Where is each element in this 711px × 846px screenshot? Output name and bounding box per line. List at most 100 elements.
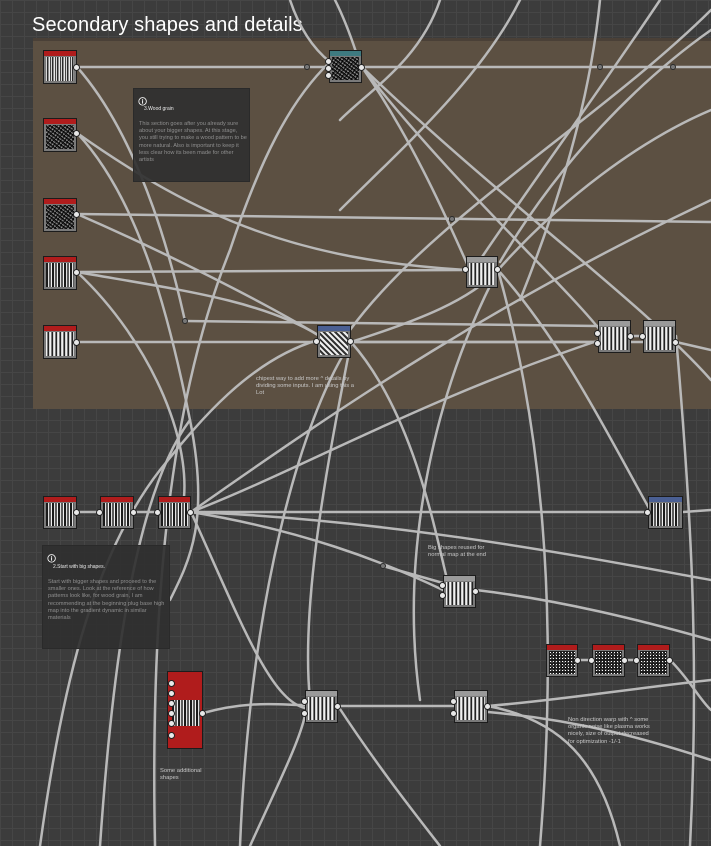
node-grunge-1[interactable]: [43, 50, 77, 84]
port[interactable]: [462, 266, 469, 273]
port[interactable]: [168, 732, 175, 739]
wire: [75, 270, 320, 337]
port[interactable]: [574, 657, 581, 664]
node-grunge-5[interactable]: [43, 325, 77, 359]
port[interactable]: [666, 657, 673, 664]
node-grunge-4[interactable]: [43, 256, 77, 290]
wire: [183, 319, 600, 328]
port[interactable]: [73, 509, 80, 516]
wire: [496, 268, 550, 846]
port[interactable]: [621, 657, 628, 664]
node-blue-chain[interactable]: [317, 325, 351, 358]
wire: [336, 704, 442, 846]
port[interactable]: [154, 509, 161, 516]
port[interactable]: [633, 657, 640, 664]
port[interactable]: [96, 509, 103, 516]
node-grunge-2[interactable]: [43, 118, 77, 152]
wire: [189, 198, 711, 514]
node-grunge-3[interactable]: [43, 198, 77, 232]
wire: [412, 268, 500, 702]
node-blue-right[interactable]: [648, 496, 683, 529]
port[interactable]: [472, 588, 479, 595]
node-blend-a[interactable]: [466, 256, 498, 288]
node-stripes-2[interactable]: [100, 496, 134, 529]
port[interactable]: [168, 720, 175, 727]
wire: [674, 334, 696, 846]
note-big-reused: Big shapes reused for normal map at the …: [428, 545, 487, 559]
note-additional: Some additional shapes: [160, 768, 202, 782]
wire: [474, 588, 711, 642]
port[interactable]: [168, 700, 175, 707]
port[interactable]: [301, 710, 308, 717]
port[interactable]: [199, 710, 206, 717]
note-warp: Non direction warp with ^ some organic n…: [568, 717, 650, 745]
comment-big-shapes[interactable]: 🛈 2.Start with big shapes. Start with bi…: [42, 545, 170, 649]
port[interactable]: [439, 592, 446, 599]
wire: [189, 510, 307, 710]
port[interactable]: [187, 509, 194, 516]
port[interactable]: [168, 680, 175, 687]
port[interactable]: [347, 338, 354, 345]
port[interactable]: [73, 339, 80, 346]
port[interactable]: [325, 65, 332, 72]
wire: [248, 713, 307, 846]
wire: [498, 28, 711, 264]
port[interactable]: [301, 698, 308, 705]
wire: [486, 678, 711, 708]
port[interactable]: [439, 582, 446, 589]
port[interactable]: [494, 266, 501, 273]
wire: [496, 108, 711, 272]
port[interactable]: [588, 657, 595, 664]
wire: [238, 340, 353, 846]
wire: [360, 65, 602, 332]
port[interactable]: [313, 338, 320, 345]
wire: [75, 268, 468, 274]
port[interactable]: [639, 333, 646, 340]
port[interactable]: [358, 64, 365, 71]
wire: [496, 268, 652, 512]
port[interactable]: [644, 509, 651, 516]
wire: [348, 8, 711, 332]
port[interactable]: [130, 509, 137, 516]
wire: [75, 131, 200, 602]
reroute-dot: [597, 64, 603, 70]
port[interactable]: [484, 703, 491, 710]
port[interactable]: [168, 690, 175, 697]
port[interactable]: [672, 339, 679, 346]
port[interactable]: [325, 72, 332, 79]
comment-wood-grain[interactable]: 🛈 3.Wood grain This section goes after y…: [133, 88, 250, 182]
node-stripes-1[interactable]: [43, 496, 77, 529]
comment-body: This section goes after you already sure…: [139, 121, 247, 164]
node-warp[interactable]: [454, 690, 488, 723]
port[interactable]: [73, 64, 80, 71]
wire: [338, 0, 522, 212]
port[interactable]: [450, 710, 457, 717]
reroute-dot: [380, 563, 386, 569]
port[interactable]: [73, 269, 80, 276]
port[interactable]: [594, 340, 601, 347]
port[interactable]: [594, 330, 601, 337]
comment-title: 3.Wood grain: [144, 106, 174, 112]
wire: [681, 508, 711, 514]
port[interactable]: [450, 698, 457, 705]
note-cheapest: chipest way to add more ^ details by div…: [256, 376, 354, 397]
port[interactable]: [73, 211, 80, 218]
wire: [333, 0, 358, 54]
port[interactable]: [325, 58, 332, 65]
wire: [381, 564, 445, 585]
port[interactable]: [627, 333, 634, 340]
node-blend-c[interactable]: [643, 320, 676, 353]
port[interactable]: [334, 703, 341, 710]
reroute-dot: [670, 64, 676, 70]
wire: [75, 212, 711, 224]
port[interactable]: [168, 710, 175, 717]
reroute-dot: [449, 216, 455, 222]
comment-title: 2.Start with big shapes.: [53, 564, 105, 570]
reroute-dot: [304, 64, 310, 70]
port[interactable]: [73, 130, 80, 137]
wire: [189, 510, 445, 592]
wire: [75, 270, 186, 522]
comment-body: Start with bigger shapes and proceed to …: [48, 579, 165, 622]
wire: [360, 65, 472, 272]
reroute-dot: [182, 318, 188, 324]
